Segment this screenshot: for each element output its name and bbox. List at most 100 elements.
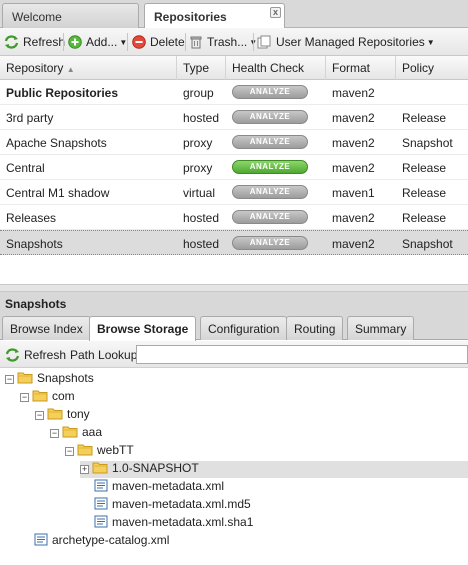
table-row[interactable]: Apache Snapshots proxy maven2 Snapshot ANALY…: [0, 130, 468, 155]
folder-icon: [17, 371, 33, 387]
detail-tab-bar: Browse Index Browse Storage Configuratio…: [0, 314, 468, 341]
tab-browse-index[interactable]: Browse Index: [2, 316, 91, 340]
tree-file[interactable]: archetype-catalog.xml: [34, 533, 169, 550]
table-row[interactable]: Central proxy maven2 Release ANALYZE: [0, 155, 468, 180]
toolbar-divider: [63, 33, 64, 51]
tab-routing[interactable]: Routing: [286, 316, 344, 340]
refresh-icon: [5, 348, 20, 362]
tree-file[interactable]: maven-metadata.xml.md5: [94, 497, 251, 514]
tab-repositories[interactable]: Repositories x: [144, 3, 285, 29]
tab-browse-storage[interactable]: Browse Storage: [89, 316, 197, 341]
table-row[interactable]: Releases hosted maven2 Release ANALYZE: [0, 205, 468, 230]
tree-folder[interactable]: − tony: [35, 407, 90, 424]
column-header-policy[interactable]: Policy: [396, 56, 468, 80]
column-header-repository[interactable]: Repository ▲: [0, 56, 177, 80]
tab-welcome-label: Welcome: [12, 10, 62, 24]
table-cell-format: maven2: [332, 211, 375, 225]
panel-splitter[interactable]: [0, 284, 468, 292]
add-button[interactable]: Add... ▼: [68, 35, 127, 49]
tab-welcome[interactable]: Welcome: [2, 3, 139, 28]
collapse-toggle-icon[interactable]: −: [35, 411, 44, 420]
analyze-button[interactable]: ANALYZE: [232, 185, 308, 199]
tree-folder[interactable]: − Snapshots: [5, 371, 94, 388]
folder-icon: [77, 443, 93, 459]
table-cell-type: hosted: [183, 237, 220, 251]
analyze-button[interactable]: ANALYZE: [232, 210, 308, 224]
table-cell-format: maven2: [332, 86, 375, 100]
table-cell-name: Public Repositories: [6, 86, 119, 100]
storage-refresh-button[interactable]: Refresh: [5, 348, 66, 362]
column-header-health-check[interactable]: Health Check: [226, 56, 326, 80]
tree-node-label: archetype-catalog.xml: [52, 533, 170, 547]
tree-folder[interactable]: +1.0-SNAPSHOT: [80, 461, 468, 478]
tree-node-label: maven-metadata.xml.md5: [112, 497, 251, 511]
sort-ascending-icon: ▲: [66, 65, 75, 74]
tree-file[interactable]: maven-metadata.xml: [94, 479, 224, 496]
folder-icon: [92, 461, 108, 477]
table-row[interactable]: Public Repositories group maven2 ANALYZE: [0, 80, 468, 105]
folder-icon: [47, 407, 63, 423]
tree-file[interactable]: maven-metadata.xml.sha1: [94, 515, 253, 532]
tree-node-label: 1.0-SNAPSHOT: [112, 461, 199, 475]
table-cell-type: virtual: [183, 186, 216, 200]
tab-summary[interactable]: Summary: [347, 316, 415, 340]
table-cell-format: maven2: [332, 161, 375, 175]
collapse-toggle-icon[interactable]: −: [65, 447, 74, 456]
collapse-toggle-icon[interactable]: −: [20, 393, 29, 402]
table-cell-policy: Release: [402, 161, 447, 175]
analyze-button[interactable]: ANALYZE: [232, 110, 308, 124]
user-managed-repositories-button[interactable]: User Managed Repositories ▼: [257, 35, 435, 49]
table-row[interactable]: Central M1 shadow virtual maven1 Release ANA…: [0, 180, 468, 205]
column-header-format[interactable]: Format: [326, 56, 396, 80]
table-cell-format: maven1: [332, 186, 375, 200]
analyze-button[interactable]: ANALYZE: [232, 236, 308, 250]
column-header-type[interactable]: Type: [177, 56, 226, 80]
tree-folder[interactable]: − webTT: [65, 443, 134, 460]
table-cell-format: maven2: [332, 136, 375, 150]
grid-header: Repository ▲ Type Health Check Format Po…: [0, 56, 468, 80]
close-icon[interactable]: x: [270, 7, 281, 18]
table-cell-type: group: [183, 86, 214, 100]
tree-node-label: aaa: [82, 425, 103, 439]
add-icon: [68, 35, 82, 49]
path-lookup-input[interactable]: [136, 345, 468, 364]
table-cell-policy: [396, 80, 468, 105]
detail-panel-title: Snapshots: [0, 292, 468, 314]
chevron-down-icon: ▼: [426, 38, 435, 47]
storage-toolbar: Refresh Path Lookup:: [0, 341, 468, 368]
tree-node-label: com: [52, 389, 75, 403]
tree-folder[interactable]: − com: [20, 389, 75, 406]
table-cell-name: Central: [6, 161, 45, 175]
storage-refresh-label: Refresh: [24, 348, 67, 362]
analyze-button[interactable]: ANALYZE: [232, 85, 308, 99]
delete-button[interactable]: Delete: [132, 35, 185, 49]
tree-folder[interactable]: − aaa: [50, 425, 102, 442]
tree-node-label: maven-metadata.xml: [112, 479, 225, 493]
table-row[interactable]: 3rd party hosted maven2 Release ANALYZE: [0, 105, 468, 130]
analyze-button[interactable]: ANALYZE: [232, 135, 308, 149]
trash-label: Trash...: [207, 35, 248, 49]
collapse-toggle-icon[interactable]: −: [50, 429, 59, 438]
tree-node-label: webTT: [97, 443, 134, 457]
tab-repositories-label: Repositories: [154, 10, 227, 24]
expand-toggle-icon[interactable]: +: [80, 465, 89, 474]
table-cell-policy: Release: [402, 211, 447, 225]
table-cell-policy: Release: [402, 111, 447, 125]
trash-button[interactable]: Trash...▼: [189, 35, 257, 49]
column-header-label: Health Check: [232, 61, 305, 75]
table-row[interactable]: Snapshots hosted maven2 Snapshot ANALYZE: [0, 230, 468, 255]
folder-icon: [62, 425, 78, 441]
table-cell-type: hosted: [183, 211, 220, 225]
table-cell-name: 3rd party: [6, 111, 54, 125]
refresh-button[interactable]: Refresh: [4, 35, 65, 49]
file-icon: [94, 497, 108, 513]
collapse-toggle-icon[interactable]: −: [5, 375, 14, 384]
table-cell-policy: Snapshot: [402, 237, 453, 251]
analyze-button[interactable]: ANALYZE: [232, 160, 308, 174]
table-cell-policy: Release: [402, 186, 447, 200]
storage-tree: − Snapshots − com − tony − aaa − webTT +1.0-SNAPSH…: [0, 368, 468, 565]
main-tab-bar: Welcome Repositories x: [0, 0, 468, 29]
table-cell-name: Apache Snapshots: [6, 136, 107, 150]
tab-configuration[interactable]: Configuration: [200, 316, 288, 340]
column-header-label: Repository: [6, 61, 64, 75]
